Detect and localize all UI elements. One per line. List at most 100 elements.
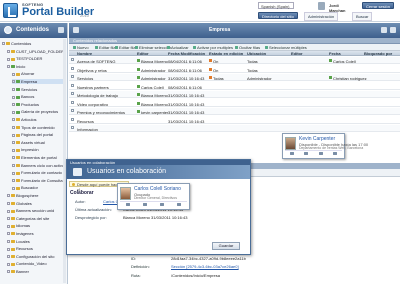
tree-item[interactable]: Bancos (12, 94, 64, 99)
tree-item[interactable]: Impresión (12, 147, 64, 152)
maximize-icon[interactable] (381, 27, 387, 33)
expand-toggle-icon[interactable] (7, 262, 10, 266)
row-checkbox[interactable] (71, 117, 74, 121)
expand-toggle-icon[interactable] (7, 240, 10, 244)
expand-toggle-icon[interactable] (7, 217, 10, 221)
toolbar-button[interactable]: Ocultar filas (235, 45, 260, 50)
expand-toggle-icon[interactable] (12, 164, 15, 168)
row-checkbox[interactable] (71, 92, 74, 95)
table-row[interactable]: Servicios Administrador 31/03/2011 10:16:4… (69, 74, 400, 81)
tree-item[interactable]: Servicios (12, 87, 64, 92)
user-card-carlos[interactable]: Carlos Colell Soriano Ocupado Director G… (117, 183, 190, 210)
user-card-kevin[interactable]: Kevin Carpenter Disponible - Disponible … (282, 133, 368, 159)
tree-item[interactable]: Tipos de contenido (12, 125, 64, 130)
table-row[interactable]: Recursos 31/03/2011 10:16:43 (69, 117, 400, 124)
column-header[interactable]: Editor (137, 51, 149, 56)
tree-item[interactable]: Buscador (12, 185, 64, 190)
table-row[interactable]: Video corporativo Bianca Moreno 31/03/2011… (69, 100, 400, 107)
expand-toggle-icon[interactable] (12, 126, 15, 130)
column-header[interactable]: Nombre (77, 51, 92, 56)
tree-item[interactable]: Formulario de contacto (12, 170, 64, 175)
tree-item[interactable]: Contenido_Video (7, 261, 64, 266)
row-checkbox[interactable] (71, 66, 74, 70)
expand-toggle-icon[interactable] (7, 202, 10, 206)
tree-item[interactable]: Banners ciclo con activo (12, 163, 64, 168)
user-name[interactable]: Jordi Marchan (327, 2, 355, 13)
expand-toggle-icon[interactable] (12, 103, 15, 107)
tree-item[interactable]: TESTFOLDER (7, 56, 64, 61)
table-row[interactable]: Objetivos y retos Administrador 08/04/2011… (69, 66, 400, 73)
expand-toggle-icon[interactable] (12, 118, 15, 122)
save-button[interactable]: Guardar (212, 242, 240, 250)
table-row[interactable]: Acerca de SOFTENG Blanca Moreno 08/04/2011… (69, 57, 400, 64)
expand-toggle-icon[interactable] (12, 179, 15, 183)
column-header[interactable]: Fecha (329, 51, 341, 56)
mail-icon[interactable] (290, 152, 295, 155)
tree-item[interactable]: Configuración del sito (7, 254, 64, 259)
expand-toggle-icon[interactable] (7, 247, 10, 251)
row-checkbox[interactable] (71, 100, 74, 104)
expand-toggle-icon[interactable] (7, 57, 10, 61)
tree-item[interactable]: Idiomas (7, 223, 64, 228)
expand-toggle-icon[interactable] (7, 194, 10, 198)
expand-toggle-icon[interactable] (12, 141, 15, 145)
chat-icon[interactable] (143, 203, 148, 206)
row-checkbox[interactable] (71, 83, 74, 87)
toolbar-button[interactable]: Nuevo (73, 45, 89, 50)
search-link[interactable]: Buscar (352, 12, 373, 21)
tree-item[interactable]: Artículos (12, 117, 64, 122)
site-directory-button[interactable]: Directorio del sitio (258, 12, 298, 19)
phone-icon[interactable] (159, 203, 164, 206)
row-checkbox[interactable] (71, 109, 74, 112)
expand-toggle-icon[interactable] (7, 50, 10, 54)
expand-toggle-icon[interactable] (2, 42, 5, 46)
tree-item[interactable]: CUST_UPLOAD_FOLDER (7, 49, 64, 54)
back-icon[interactable] (73, 27, 79, 33)
tree-item[interactable]: Banner (7, 269, 64, 274)
tree-item[interactable]: Imágenes (7, 231, 64, 236)
table-row[interactable]: Informacion (69, 125, 400, 132)
close-icon[interactable] (390, 27, 396, 33)
expand-toggle-icon[interactable] (7, 255, 10, 259)
tree-item[interactable]: Elementos de portal (12, 155, 64, 160)
tree-item[interactable]: Páginas del portal (12, 132, 64, 137)
tree-item[interactable]: Globales (7, 201, 64, 206)
tree-item[interactable]: Recursos (7, 246, 64, 251)
definition-value[interactable]: Sección [2579-4c3-6bc-03a7ce26ae0] (171, 264, 239, 269)
administration-link[interactable]: Administración (304, 12, 339, 21)
tree-item[interactable]: Banners sección unid (7, 208, 64, 213)
collapse-panel-icon[interactable] (58, 27, 64, 33)
table-row[interactable]: Metodología de trabajo Bianca Moreno 31/03… (69, 91, 400, 98)
expand-toggle-icon[interactable] (12, 88, 15, 92)
expand-toggle-icon[interactable] (7, 232, 10, 236)
column-header[interactable]: Bloqueado por (364, 51, 392, 56)
toolbar-button[interactable]: Seleccionar múltiples (265, 45, 307, 50)
tree-item[interactable]: Locales (7, 239, 64, 244)
expand-toggle-icon[interactable] (12, 148, 15, 152)
column-header[interactable]: Fecha Modificación (168, 51, 205, 56)
expand-toggle-icon[interactable] (12, 80, 15, 84)
expand-toggle-icon[interactable] (7, 224, 10, 228)
video-icon[interactable] (332, 152, 337, 155)
tree-item[interactable]: Blogosphere (7, 193, 64, 198)
expand-toggle-icon[interactable] (12, 186, 15, 190)
tree-item[interactable]: Ahorrar (12, 71, 64, 76)
expand-toggle-icon[interactable] (12, 156, 15, 160)
language-select[interactable]: Spanish (Spain) (258, 2, 294, 9)
toolbar-button[interactable]: Activar por multiples (193, 45, 233, 50)
column-header[interactable]: Editor (291, 51, 303, 56)
toolbar-button[interactable]: Actualizar (167, 45, 189, 50)
expand-toggle-icon[interactable] (12, 72, 15, 76)
tree-item[interactable]: Categorías del site (7, 216, 64, 221)
column-header[interactable]: Estado en edición (209, 51, 243, 56)
toolbar-button[interactable]: Editar fila (95, 45, 116, 50)
expand-toggle-icon[interactable] (12, 110, 15, 114)
expand-toggle-icon[interactable] (7, 65, 10, 69)
tree-item[interactable]: Assets virtual (12, 140, 64, 145)
tree-item[interactable]: Formulario de Consulta (12, 178, 64, 183)
phone-icon[interactable] (318, 152, 323, 155)
row-checkbox[interactable] (71, 58, 74, 61)
expand-toggle-icon[interactable] (12, 95, 15, 99)
expand-toggle-icon[interactable] (12, 171, 15, 175)
tree-item[interactable]: Productos (12, 102, 64, 107)
